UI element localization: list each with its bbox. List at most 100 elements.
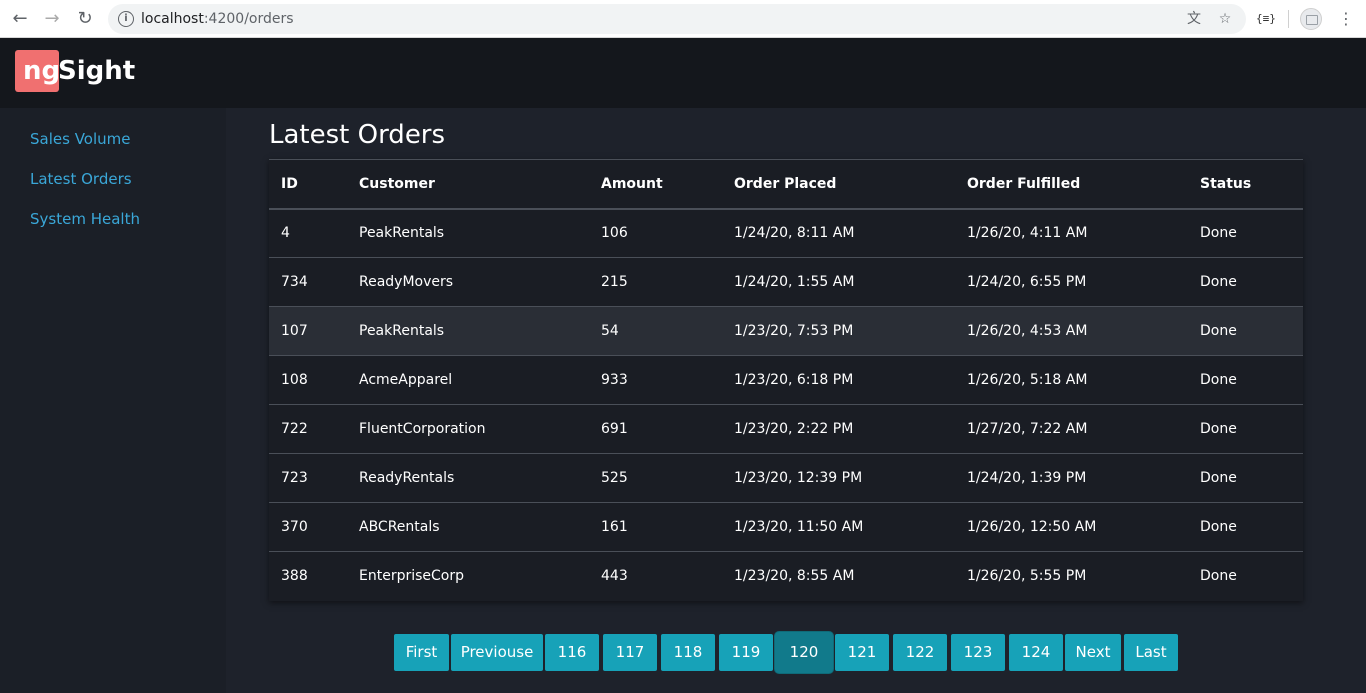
page-button-120-current[interactable]: 120 xyxy=(775,632,833,673)
cell-status: Done xyxy=(1188,208,1303,258)
next-page-button[interactable]: Next xyxy=(1065,634,1121,671)
reload-icon[interactable]: ↻ xyxy=(73,7,97,31)
cell-status: Done xyxy=(1188,502,1303,552)
column-header-amount: Amount xyxy=(589,159,722,210)
page-button-118[interactable]: 118 xyxy=(661,634,715,671)
cell-status: Done xyxy=(1188,404,1303,454)
cell-order-placed: 1/24/20, 1:55 AM xyxy=(722,257,955,307)
cell-id: 4 xyxy=(269,208,347,258)
cell-id: 734 xyxy=(269,257,347,307)
cell-order-fulfilled: 1/26/20, 4:11 AM xyxy=(955,208,1188,258)
cell-id: 722 xyxy=(269,404,347,454)
cell-order-placed: 1/23/20, 12:39 PM xyxy=(722,453,955,503)
cell-order-placed: 1/23/20, 11:50 AM xyxy=(722,502,955,552)
column-header-status: Status xyxy=(1188,159,1303,210)
logo-sight: Sight xyxy=(58,56,136,86)
column-header-order-placed: Order Placed xyxy=(722,159,955,210)
page-button-119[interactable]: 119 xyxy=(719,634,773,671)
column-header-id: ID xyxy=(269,159,347,210)
column-header-order-fulfilled: Order Fulfilled xyxy=(955,159,1188,210)
url-path: :4200/orders xyxy=(203,11,294,27)
cell-order-fulfilled: 1/24/20, 1:39 PM xyxy=(955,453,1188,503)
menu-icon[interactable]: ⋮ xyxy=(1336,9,1356,29)
url-host: localhost xyxy=(141,11,204,27)
cell-customer: ReadyRentals xyxy=(347,453,589,503)
table-row[interactable]: 108 AcmeApparel 933 1/23/20, 6:18 PM 1/2… xyxy=(269,355,1303,405)
table-row[interactable]: 723 ReadyRentals 525 1/23/20, 12:39 PM 1… xyxy=(269,453,1303,503)
app-header: ng Sight xyxy=(0,38,1366,108)
table-row[interactable]: 722 FluentCorporation 691 1/23/20, 2:22 … xyxy=(269,404,1303,454)
info-icon[interactable]: i xyxy=(118,11,134,27)
cell-id: 370 xyxy=(269,502,347,552)
cell-order-placed: 1/24/20, 8:11 AM xyxy=(722,208,955,258)
table-header-row: ID Customer Amount Order Placed Order Fu… xyxy=(269,159,1303,210)
sidebar-item-sales-volume[interactable]: Sales Volume xyxy=(30,130,130,148)
column-header-customer: Customer xyxy=(347,159,589,210)
browser-toolbar: ← → ↻ i localhost:4200/orders 文 ☆ {≡} ⋮ xyxy=(0,0,1366,38)
cell-amount: 106 xyxy=(589,208,722,258)
cell-order-fulfilled: 1/27/20, 7:22 AM xyxy=(955,404,1188,454)
cell-amount: 933 xyxy=(589,355,722,405)
address-bar[interactable]: i localhost:4200/orders 文 ☆ xyxy=(108,4,1246,34)
table-row[interactable]: 388 EnterpriseCorp 443 1/23/20, 8:55 AM … xyxy=(269,552,1303,601)
last-page-button[interactable]: Last xyxy=(1124,634,1178,671)
cell-customer: ReadyMovers xyxy=(347,257,589,307)
cell-amount: 691 xyxy=(589,404,722,454)
cell-id: 108 xyxy=(269,355,347,405)
extension-icon[interactable]: {≡} xyxy=(1256,9,1276,29)
translate-icon[interactable]: 文 xyxy=(1185,10,1203,28)
cell-order-placed: 1/23/20, 6:18 PM xyxy=(722,355,955,405)
app-logo[interactable]: ng Sight xyxy=(15,50,136,92)
cell-amount: 161 xyxy=(589,502,722,552)
previous-page-button[interactable]: Previouse xyxy=(451,634,543,671)
cell-customer: FluentCorporation xyxy=(347,404,589,454)
table-row[interactable]: 734 ReadyMovers 215 1/24/20, 1:55 AM 1/2… xyxy=(269,257,1303,307)
table-row[interactable]: 370 ABCRentals 161 1/23/20, 11:50 AM 1/2… xyxy=(269,502,1303,552)
cell-status: Done xyxy=(1188,306,1303,356)
cell-amount: 54 xyxy=(589,306,722,356)
page-button-116[interactable]: 116 xyxy=(545,634,599,671)
url-text[interactable]: localhost:4200/orders xyxy=(141,11,294,27)
toolbar-divider xyxy=(1288,10,1289,28)
table-row[interactable]: 4 PeakRentals 106 1/24/20, 8:11 AM 1/26/… xyxy=(269,208,1303,258)
page-button-117[interactable]: 117 xyxy=(603,634,657,671)
page-button-122[interactable]: 122 xyxy=(893,634,947,671)
cell-id: 107 xyxy=(269,306,347,356)
cell-amount: 215 xyxy=(589,257,722,307)
cell-order-fulfilled: 1/26/20, 12:50 AM xyxy=(955,502,1188,552)
logo-ng: ng xyxy=(15,50,60,92)
cell-status: Done xyxy=(1200,568,1237,585)
cell-order-fulfilled: 1/24/20, 6:55 PM xyxy=(955,257,1188,307)
page-button-121[interactable]: 121 xyxy=(835,634,889,671)
cell-id: 388 xyxy=(281,568,308,585)
sidebar-item-system-health[interactable]: System Health xyxy=(30,210,140,228)
cell-order-fulfilled: 1/26/20, 4:53 AM xyxy=(955,306,1188,356)
orders-table: ID Customer Amount Order Placed Order Fu… xyxy=(269,159,1303,601)
page-button-124[interactable]: 124 xyxy=(1009,634,1063,671)
back-arrow-icon[interactable]: ← xyxy=(8,7,32,31)
forward-arrow-icon[interactable]: → xyxy=(40,7,64,31)
cell-customer: PeakRentals xyxy=(347,306,589,356)
first-page-button[interactable]: First xyxy=(394,634,449,671)
cell-order-fulfilled: 1/26/20, 5:18 AM xyxy=(955,355,1188,405)
cell-customer: PeakRentals xyxy=(347,208,589,258)
cell-status: Done xyxy=(1188,355,1303,405)
cell-id: 723 xyxy=(269,453,347,503)
cell-customer: ABCRentals xyxy=(347,502,589,552)
cell-order-placed: 1/23/20, 2:22 PM xyxy=(722,404,955,454)
cell-customer: AcmeApparel xyxy=(347,355,589,405)
cell-amount: 443 xyxy=(601,568,628,585)
cell-order-placed: 1/23/20, 7:53 PM xyxy=(722,306,955,356)
cell-order-fulfilled: 1/26/20, 5:55 PM xyxy=(967,568,1087,585)
sidebar: Sales Volume Latest Orders System Health xyxy=(0,108,226,693)
table-row[interactable]: 107 PeakRentals 54 1/23/20, 7:53 PM 1/26… xyxy=(269,306,1303,356)
star-icon[interactable]: ☆ xyxy=(1216,10,1234,28)
profile-icon[interactable] xyxy=(1300,8,1322,30)
cell-status: Done xyxy=(1188,257,1303,307)
page-title: Latest Orders xyxy=(269,120,446,150)
cell-order-placed: 1/23/20, 8:55 AM xyxy=(734,568,855,585)
main-content: Latest Orders ID Customer Amount Order P… xyxy=(226,108,1366,693)
page-button-123[interactable]: 123 xyxy=(951,634,1005,671)
sidebar-item-latest-orders[interactable]: Latest Orders xyxy=(30,170,132,188)
cell-amount: 525 xyxy=(589,453,722,503)
